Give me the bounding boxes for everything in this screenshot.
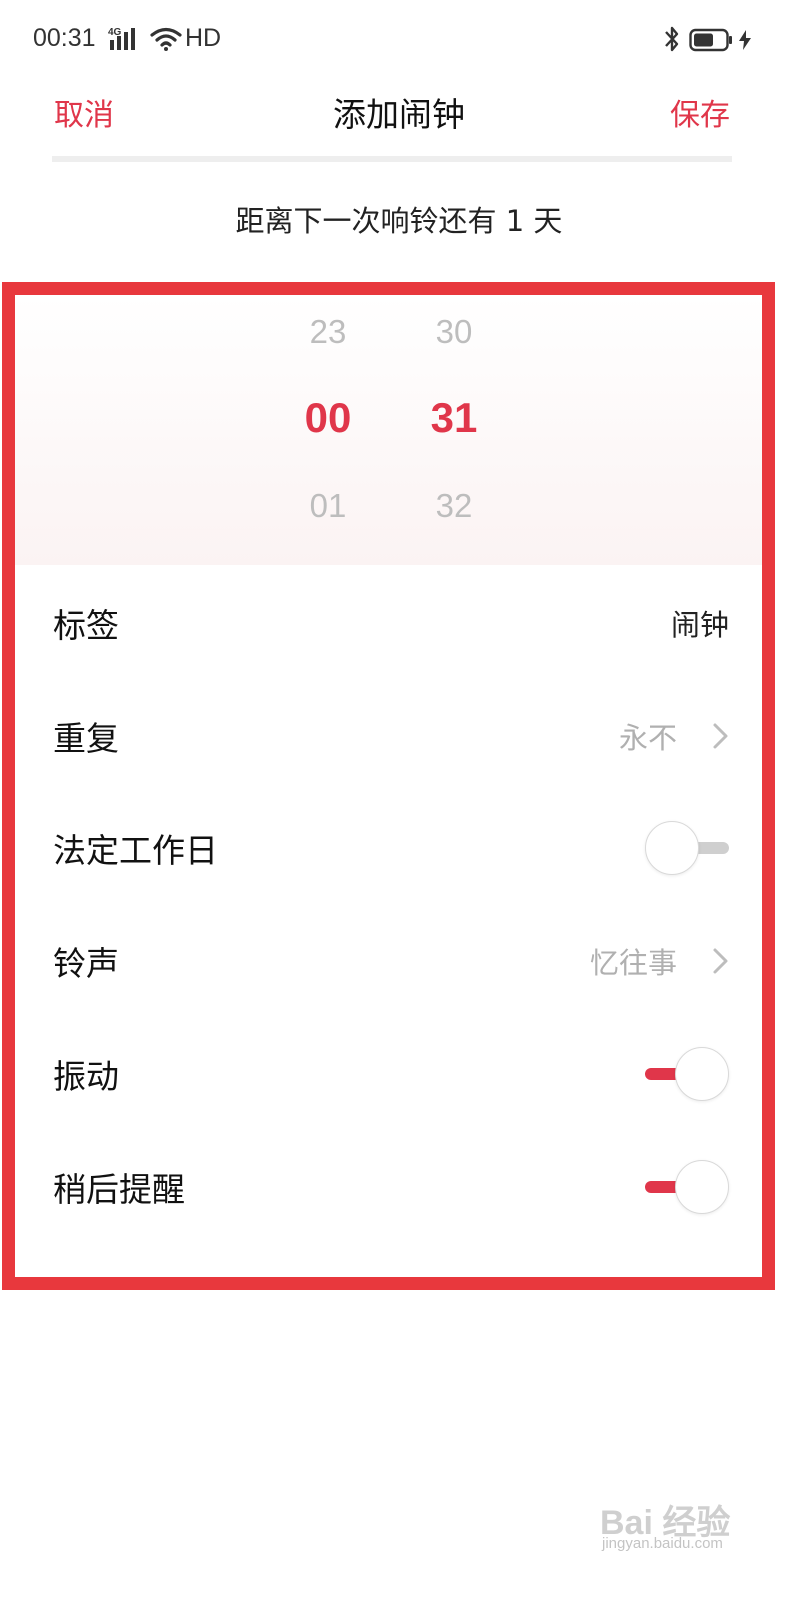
hd-indicator: HD (185, 24, 222, 52)
save-button[interactable]: 保存 (670, 90, 730, 134)
status-time: 00:31 (33, 24, 96, 52)
header-divider (52, 156, 732, 162)
bluetooth-icon (665, 26, 679, 52)
header-bar: 添加闹钟 取消 保存 (0, 80, 798, 140)
signal-icon: 4G (108, 27, 135, 50)
charging-icon (739, 30, 751, 50)
status-bar: 00:31 4G HD (0, 0, 798, 80)
watermark-url: jingyan.baidu.com (602, 1535, 723, 1552)
cancel-button[interactable]: 取消 (54, 90, 114, 134)
watermark: Bai 经验 jingyan.baidu.com (600, 1495, 790, 1565)
wifi-icon (150, 27, 182, 51)
annotation-highlight-frame (2, 282, 775, 1290)
battery-icon (689, 28, 732, 52)
next-alarm-countdown: 距离下一次响铃还有 1 天 (235, 204, 563, 238)
